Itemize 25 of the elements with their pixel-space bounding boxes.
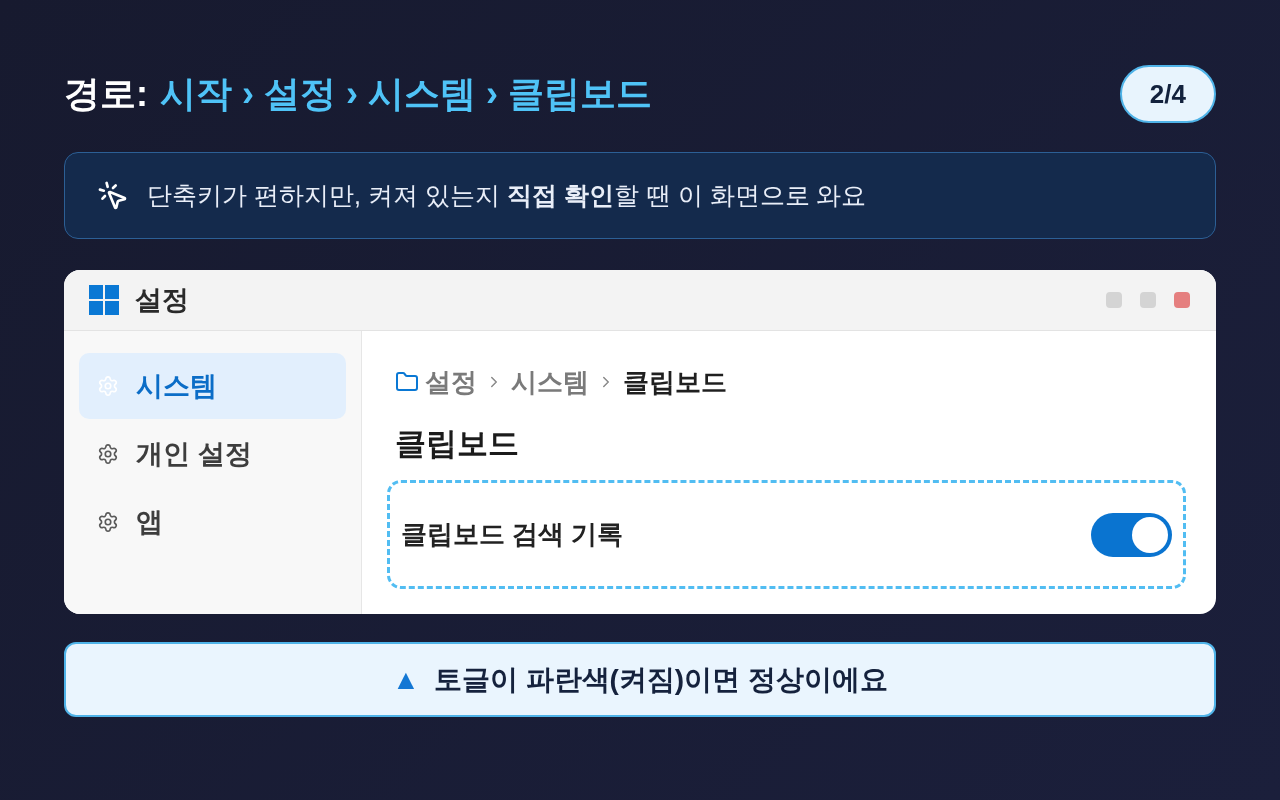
window-control-icon[interactable] [1174, 292, 1190, 308]
toggle-switch[interactable] [1091, 512, 1172, 557]
path-label: 경로: [64, 76, 148, 112]
window-title: 설정 [135, 283, 189, 317]
setting-label: 클립보드 검색 기록 [401, 518, 624, 551]
windows-logo-icon [89, 285, 119, 315]
sidebar-item[interactable]: 앱 [79, 489, 346, 555]
gear-icon [97, 375, 119, 397]
sidebar-item[interactable]: 시스템 [79, 353, 346, 419]
window-control-icon[interactable] [1140, 292, 1156, 308]
breadcrumb-item[interactable]: 시스템 [511, 362, 589, 402]
breadcrumb-item[interactable]: 설정 [425, 362, 477, 402]
pointer-click-icon [97, 179, 129, 212]
folder-icon [395, 370, 419, 394]
triangle-marker: ▲ [392, 662, 420, 697]
window-control-icon[interactable] [1106, 292, 1122, 308]
gear-icon [97, 511, 119, 533]
path-trail: 시작 › 설정 › 시스템 › 클립보드 [160, 76, 652, 112]
page-counter: 2/4 [1119, 65, 1216, 123]
gear-icon [97, 443, 119, 465]
page-heading: 클립보드 [395, 425, 519, 463]
sidebar-item[interactable]: 개인 설정 [79, 421, 346, 487]
note-text: 토글이 파란색(켜짐)이면 정상이에요 [433, 662, 888, 697]
breadcrumb-item[interactable]: 클립보드 [623, 362, 727, 402]
tip-text: 단축키가 편하지만, 켜져 있는지 직접 확인할 땐 이 화면으로 와요 [147, 179, 867, 211]
